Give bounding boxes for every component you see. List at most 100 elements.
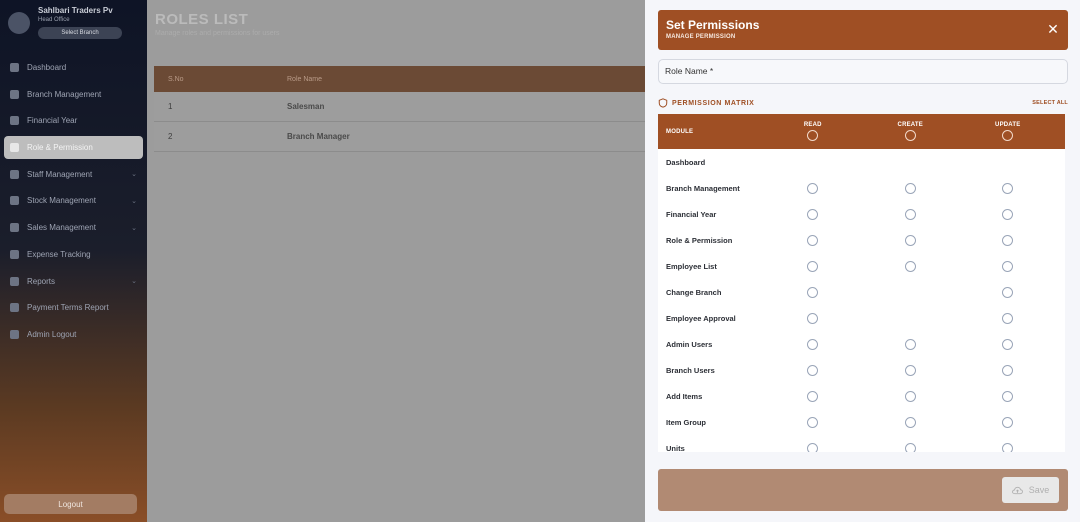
- cloud-upload-icon: [1011, 486, 1023, 494]
- create-permission-radio[interactable]: [904, 182, 916, 194]
- create-permission-radio[interactable]: [904, 208, 916, 220]
- col-header-update: UPDATE: [959, 122, 1057, 141]
- update-permission-radio[interactable]: [1002, 338, 1014, 350]
- update-permission-radio[interactable]: [1002, 234, 1014, 246]
- read-permission-radio[interactable]: [807, 416, 819, 428]
- reports-icon: [10, 276, 19, 286]
- permission-cell-update: [959, 234, 1057, 246]
- read-permission-radio[interactable]: [807, 234, 819, 246]
- read-permission-radio[interactable]: [807, 390, 819, 402]
- update-permission-radio[interactable]: [1002, 182, 1014, 194]
- table-row[interactable]: 2 Branch Manager: [154, 122, 645, 152]
- permission-cell-create: [862, 208, 960, 220]
- update-permission-radio[interactable]: [1002, 442, 1014, 452]
- sidebar-item[interactable]: Stock Management ⌄: [4, 189, 143, 212]
- permission-cell-create: [862, 338, 960, 350]
- permission-cell-update: [959, 286, 1057, 298]
- logout-button[interactable]: Logout: [4, 494, 137, 514]
- cell-role-name: Branch Manager: [287, 132, 350, 141]
- sidebar-item-label: Expense Tracking: [27, 249, 91, 259]
- permission-cell-create: [862, 182, 960, 194]
- company-logo: [8, 12, 30, 34]
- sidebar: Sahlbari Traders Pv Head Office Select B…: [0, 0, 147, 522]
- update-permission-radio[interactable]: [1002, 312, 1014, 324]
- read-permission-radio[interactable]: [807, 182, 819, 194]
- sidebar-nav: Dashboard Branch Management Financial Year…: [0, 56, 147, 346]
- permission-matrix: MODULE READ CREATE UPDATE Dashboard Branc…: [658, 114, 1065, 452]
- cell-sno: 1: [168, 102, 173, 111]
- sidebar-item[interactable]: Branch Management: [4, 83, 143, 106]
- update-permission-radio[interactable]: [1002, 208, 1014, 220]
- sidebar-item-label: Staff Management: [27, 169, 93, 179]
- permission-cell-update: [959, 390, 1057, 402]
- create-all-radio[interactable]: [904, 130, 916, 141]
- sidebar-item-label: Stock Management: [27, 196, 96, 206]
- save-button[interactable]: Save: [1002, 477, 1059, 503]
- branch-selector[interactable]: Select Branch: [38, 27, 122, 39]
- chevron-down-icon: ⌄: [131, 224, 137, 232]
- sidebar-item[interactable]: Staff Management ⌄: [4, 163, 143, 186]
- update-all-radio[interactable]: [1002, 130, 1014, 141]
- sidebar-item[interactable]: Financial Year: [4, 109, 143, 132]
- permission-cell-read: [764, 442, 862, 452]
- create-permission-radio[interactable]: [904, 442, 916, 452]
- update-permission-radio[interactable]: [1002, 260, 1014, 272]
- cell-role-name: Salesman: [287, 102, 325, 111]
- stock-icon: [10, 196, 19, 206]
- read-permission-radio[interactable]: [807, 338, 819, 350]
- create-permission-radio[interactable]: [904, 260, 916, 272]
- permission-row: Role & Permission: [658, 227, 1065, 253]
- permission-row: Employee Approval: [658, 305, 1065, 331]
- update-permission-radio[interactable]: [1002, 286, 1014, 298]
- select-all-link[interactable]: SELECT ALL: [1032, 100, 1068, 106]
- read-permission-radio[interactable]: [807, 208, 819, 220]
- sidebar-item[interactable]: Role & Permission: [4, 136, 143, 160]
- permission-row: Admin Users: [658, 331, 1065, 357]
- table-row[interactable]: 1 Salesman: [154, 92, 645, 122]
- cell-sno: 2: [168, 132, 173, 141]
- sidebar-item[interactable]: Reports ⌄: [4, 270, 143, 293]
- update-permission-radio[interactable]: [1002, 416, 1014, 428]
- sidebar-item-label: Role & Permission: [27, 143, 93, 153]
- role-name-field[interactable]: Role Name *: [658, 59, 1068, 84]
- permission-cell-update: [959, 208, 1057, 220]
- sidebar-item[interactable]: Dashboard: [4, 56, 143, 79]
- create-permission-radio[interactable]: [904, 416, 916, 428]
- read-permission-radio[interactable]: [807, 260, 819, 272]
- roles-table-header: S.No Role Name: [154, 66, 645, 92]
- create-permission-radio[interactable]: [904, 338, 916, 350]
- create-permission-radio[interactable]: [904, 364, 916, 376]
- close-icon[interactable]: ✕: [1046, 22, 1060, 36]
- brand-block: Sahlbari Traders Pv Head Office Select B…: [38, 6, 122, 39]
- permissions-drawer: Set Permissions MANAGE PERMISSION ✕ Role…: [645, 0, 1080, 522]
- sidebar-item[interactable]: Expense Tracking: [4, 243, 143, 266]
- sidebar-item-label: Admin Logout: [27, 329, 77, 339]
- create-permission-radio[interactable]: [904, 234, 916, 246]
- read-permission-radio[interactable]: [807, 312, 819, 324]
- permission-row: Units: [658, 435, 1065, 452]
- sidebar-item[interactable]: Admin Logout: [4, 323, 143, 346]
- permission-cell-read: [764, 416, 862, 428]
- permission-row: Dashboard: [658, 149, 1065, 175]
- sidebar-item[interactable]: Sales Management ⌄: [4, 216, 143, 239]
- branch-icon: [10, 89, 19, 99]
- permission-row: Add Items: [658, 383, 1065, 409]
- sidebar-item[interactable]: Payment Terms Report: [4, 296, 143, 319]
- read-permission-radio[interactable]: [807, 442, 819, 452]
- permission-row: Branch Management: [658, 175, 1065, 201]
- permission-cell-update: [959, 416, 1057, 428]
- sidebar-item-label: Payment Terms Report: [27, 303, 109, 313]
- col-header-update-label: UPDATE: [995, 122, 1021, 128]
- permission-cell-update: [959, 182, 1057, 194]
- col-header-read-label: READ: [803, 122, 822, 128]
- read-permission-radio[interactable]: [807, 286, 819, 298]
- permission-row: Employee List: [658, 253, 1065, 279]
- read-permission-radio[interactable]: [807, 364, 819, 376]
- module-name: Add Items: [666, 391, 703, 401]
- read-all-radio[interactable]: [807, 130, 819, 141]
- module-name: Dashboard: [666, 157, 706, 167]
- create-permission-radio[interactable]: [904, 390, 916, 402]
- update-permission-radio[interactable]: [1002, 364, 1014, 376]
- update-permission-radio[interactable]: [1002, 390, 1014, 402]
- module-name: Units: [666, 443, 685, 453]
